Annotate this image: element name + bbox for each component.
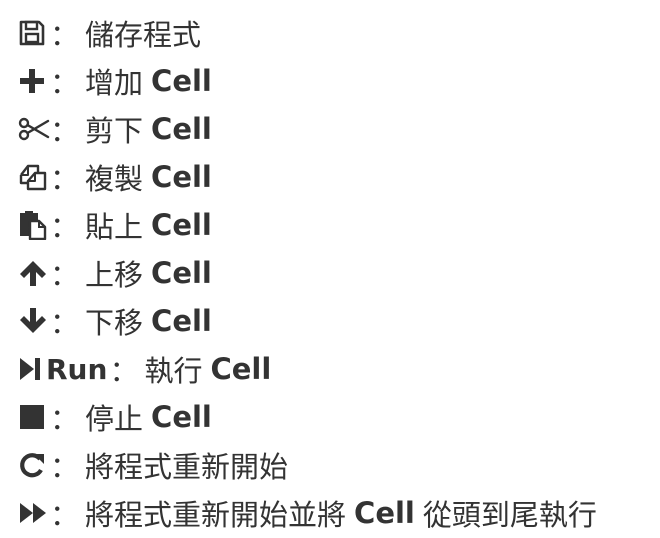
legend-term: Cell — [354, 496, 415, 530]
separator: ： — [50, 402, 80, 436]
legend-item-copy-cell: ： 複製 Cell — [18, 153, 660, 201]
arrow-down-icon — [18, 305, 50, 337]
legend-item-add-cell: ： 增加 Cell — [18, 57, 660, 105]
arrow-up-icon — [18, 257, 50, 289]
scissors-icon — [18, 113, 50, 145]
legend-desc-tail: 從頭到尾執行 — [422, 498, 597, 532]
separator: ： — [50, 258, 80, 292]
legend-desc: 複製 — [85, 162, 144, 196]
legend-desc: 執行 — [144, 354, 203, 388]
legend-term: Cell — [151, 256, 212, 290]
separator: ： — [50, 114, 80, 148]
separator: ： — [50, 498, 80, 532]
save-icon — [18, 17, 50, 49]
legend-desc: 將程式重新開始並將 — [85, 498, 347, 532]
redo-icon — [18, 449, 50, 481]
legend-desc: 剪下 — [85, 114, 144, 148]
legend-item-restart-run-all: ： 將程式重新開始並將 Cell 從頭到尾執行 — [18, 489, 660, 537]
fast-forward-icon — [18, 497, 50, 529]
legend-item-restart: ： 將程式重新開始 — [18, 441, 660, 489]
legend-item-move-up: ： 上移 Cell — [18, 249, 660, 297]
legend-desc: 貼上 — [85, 210, 144, 244]
legend-term: Cell — [151, 112, 212, 146]
legend-term: Cell — [151, 208, 212, 242]
legend-desc: 上移 — [85, 258, 144, 292]
paste-icon — [18, 209, 50, 241]
toolbar-legend: ： 儲存程式 ： 增加 Cell ： 剪下 Cell ： 複製 Cell ： 貼… — [0, 0, 660, 537]
legend-desc: 將程式重新開始 — [85, 450, 289, 484]
copy-icon — [18, 161, 50, 193]
legend-term: Cell — [151, 304, 212, 338]
plus-icon — [18, 65, 50, 97]
legend-item-stop: ： 停止 Cell — [18, 393, 660, 441]
legend-desc: 增加 — [85, 66, 144, 100]
separator: ： — [50, 66, 80, 100]
run-label: Run — [46, 352, 108, 386]
legend-item-move-down: ： 下移 Cell — [18, 297, 660, 345]
separator: ： — [109, 354, 139, 388]
legend-desc: 停止 — [85, 402, 144, 436]
legend-desc: 儲存程式 — [85, 18, 202, 52]
legend-term: Cell — [210, 352, 272, 386]
stop-icon — [18, 401, 50, 433]
legend-item-run-cell: Run ： 執行 Cell — [18, 345, 660, 393]
legend-item-save: ： 儲存程式 — [18, 9, 660, 57]
legend-item-paste-cell: ： 貼上 Cell — [18, 201, 660, 249]
legend-term: Cell — [151, 64, 212, 98]
separator: ： — [50, 162, 80, 196]
step-forward-icon — [18, 353, 46, 385]
separator: ： — [50, 306, 80, 340]
legend-term: Cell — [151, 400, 212, 434]
separator: ： — [50, 210, 80, 244]
separator: ： — [50, 450, 80, 484]
legend-term: Cell — [151, 160, 212, 194]
legend-desc: 下移 — [85, 306, 144, 340]
separator: ： — [50, 18, 80, 52]
legend-item-cut-cell: ： 剪下 Cell — [18, 105, 660, 153]
